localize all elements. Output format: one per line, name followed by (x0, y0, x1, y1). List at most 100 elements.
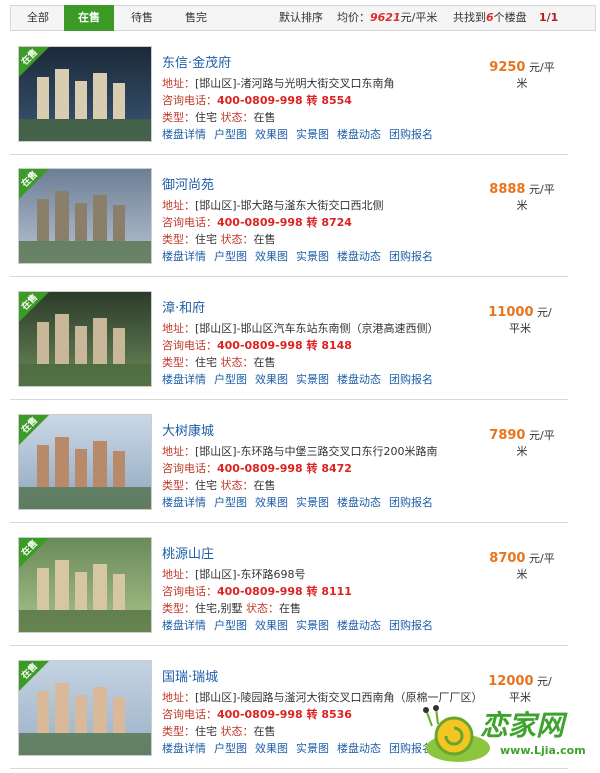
phone-line: 咨询电话：400-0809-998 转 8554 (162, 92, 352, 108)
property-link-0[interactable]: 楼盘详情 (162, 250, 206, 263)
avg-price-unit: 元/平米 (400, 11, 438, 24)
property-thumbnail[interactable]: 在售 (18, 291, 152, 387)
type-value: 住宅,别墅 (195, 602, 243, 615)
tab-upcoming[interactable]: 待售 (117, 6, 167, 30)
price-block: 7890 元/平米 (482, 428, 562, 460)
property-link-1[interactable]: 户型图 (214, 496, 247, 509)
property-link-2[interactable]: 效果图 (255, 619, 288, 632)
property-link-1[interactable]: 户型图 (214, 619, 247, 632)
property-link-0[interactable]: 楼盘详情 (162, 742, 206, 755)
property-link-4[interactable]: 楼盘动态 (337, 619, 381, 632)
address-line: 地址：[邯山区]-东环路与中堡三路交叉口东行200米路南 (162, 443, 438, 459)
property-link-2[interactable]: 效果图 (255, 496, 288, 509)
price-block: 11000 元/平米 (480, 305, 560, 337)
property-link-2[interactable]: 效果图 (255, 250, 288, 263)
property-link-0[interactable]: 楼盘详情 (162, 496, 206, 509)
property-link-3[interactable]: 实景图 (296, 619, 329, 632)
type-status-line: 类型：住宅 状态：在售 (162, 477, 276, 493)
property-link-5[interactable]: 团购报名 (389, 250, 433, 263)
property-link-2[interactable]: 效果图 (255, 742, 288, 755)
property-name[interactable]: 东信·金茂府 (162, 52, 231, 71)
property-link-4[interactable]: 楼盘动态 (337, 373, 381, 386)
property-link-1[interactable]: 户型图 (214, 128, 247, 141)
status-label: 状态： (220, 725, 254, 738)
found-prefix: 共找到 (453, 11, 486, 24)
filter-bar: 全部 在售 待售 售完 默认排序 均价：9621元/平米 共找到6个楼盘 1/1 (10, 5, 596, 31)
property-link-4[interactable]: 楼盘动态 (337, 496, 381, 509)
property-name[interactable]: 桃源山庄 (162, 543, 214, 562)
pager[interactable]: 1/1 (539, 6, 558, 30)
phone-line: 咨询电话：400-0809-998 转 8536 (162, 706, 352, 722)
watermark-brand: 恋家网 (480, 709, 565, 742)
property-link-5[interactable]: 团购报名 (389, 619, 433, 632)
type-value: 住宅 (195, 356, 217, 369)
address-label: 地址： (162, 199, 195, 212)
property-link-1[interactable]: 户型图 (214, 742, 247, 755)
phone-value: 400-0809-998 转 8111 (217, 585, 352, 598)
property-name[interactable]: 御河尚苑 (162, 174, 214, 193)
status-value: 在售 (253, 725, 276, 738)
property-item: 在售 桃源山庄 地址：[邯山区]-东环路698号 咨询电话：400-0809-9… (10, 529, 568, 646)
phone-value: 400-0809-998 转 8148 (217, 339, 352, 352)
type-value: 住宅 (195, 111, 217, 124)
sort-default[interactable]: 默认排序 (279, 6, 323, 30)
property-thumbnail[interactable]: 在售 (18, 537, 152, 633)
type-status-line: 类型：住宅 状态：在售 (162, 109, 276, 125)
property-link-1[interactable]: 户型图 (214, 250, 247, 263)
property-link-2[interactable]: 效果图 (255, 128, 288, 141)
avg-price-value: 9621 (370, 11, 401, 24)
type-value: 住宅 (195, 725, 217, 738)
address-value: [邯山区]-东环路与中堡三路交叉口东行200米路南 (195, 445, 438, 458)
property-link-3[interactable]: 实景图 (296, 128, 329, 141)
property-name[interactable]: 漳·和府 (162, 297, 205, 316)
status-label: 状态： (220, 479, 254, 492)
address-value: [邯山区]-邯大路与滏东大街交口西北侧 (195, 199, 384, 212)
property-links: 楼盘详情 户型图 效果图 实景图 楼盘动态 团购报名 (162, 371, 441, 387)
property-link-0[interactable]: 楼盘详情 (162, 128, 206, 141)
type-status-line: 类型：住宅 状态：在售 (162, 723, 276, 739)
tab-all[interactable]: 全部 (13, 6, 63, 30)
property-link-3[interactable]: 实景图 (296, 373, 329, 386)
property-link-0[interactable]: 楼盘详情 (162, 619, 206, 632)
property-link-3[interactable]: 实景图 (296, 496, 329, 509)
type-value: 住宅 (195, 233, 217, 246)
type-label: 类型： (162, 479, 195, 492)
status-value: 在售 (253, 356, 276, 369)
property-item: 在售 东信·金茂府 地址：[邯山区]-渚河路与光明大街交叉口东南角 咨询电话：4… (10, 38, 568, 155)
property-link-2[interactable]: 效果图 (255, 373, 288, 386)
property-link-3[interactable]: 实景图 (296, 250, 329, 263)
property-name[interactable]: 大树康城 (162, 420, 214, 439)
found-suffix: 个楼盘 (493, 11, 527, 24)
property-item: 在售 漳·和府 地址：[邯山区]-邯山区汽车东站东南侧（京港高速西侧） 咨询电话… (10, 283, 568, 400)
avg-price-info: 均价：9621元/平米 (337, 6, 437, 30)
avg-price-prefix: 均价： (337, 11, 370, 24)
property-link-5[interactable]: 团购报名 (389, 373, 433, 386)
tab-on-sale[interactable]: 在售 (64, 5, 114, 31)
property-thumbnail[interactable]: 在售 (18, 46, 152, 142)
tab-sold-out[interactable]: 售完 (171, 6, 221, 30)
property-thumbnail[interactable]: 在售 (18, 660, 152, 756)
property-link-0[interactable]: 楼盘详情 (162, 373, 206, 386)
property-link-5[interactable]: 团购报名 (389, 128, 433, 141)
property-link-3[interactable]: 实景图 (296, 742, 329, 755)
type-status-line: 类型：住宅,别墅 状态：在售 (162, 600, 301, 616)
property-name[interactable]: 国瑞·瑞城 (162, 666, 218, 685)
property-thumbnail[interactable]: 在售 (18, 168, 152, 264)
price-unit-1: 元/平 (528, 552, 555, 565)
property-link-4[interactable]: 楼盘动态 (337, 250, 381, 263)
property-thumbnail[interactable]: 在售 (18, 414, 152, 510)
type-label: 类型： (162, 725, 195, 738)
property-link-4[interactable]: 楼盘动态 (337, 128, 381, 141)
property-link-5[interactable]: 团购报名 (389, 496, 433, 509)
phone-line: 咨询电话：400-0809-998 转 8724 (162, 214, 352, 230)
status-label: 状态： (220, 111, 254, 124)
price-block: 8888 元/平米 (482, 182, 562, 214)
phone-label: 咨询电话： (162, 462, 217, 475)
watermark-url: www.Ljia.com (500, 744, 586, 757)
address-label: 地址： (162, 322, 195, 335)
property-link-4[interactable]: 楼盘动态 (337, 742, 381, 755)
address-label: 地址： (162, 568, 195, 581)
property-link-1[interactable]: 户型图 (214, 373, 247, 386)
found-count: 6 (486, 11, 494, 24)
phone-label: 咨询电话： (162, 585, 217, 598)
